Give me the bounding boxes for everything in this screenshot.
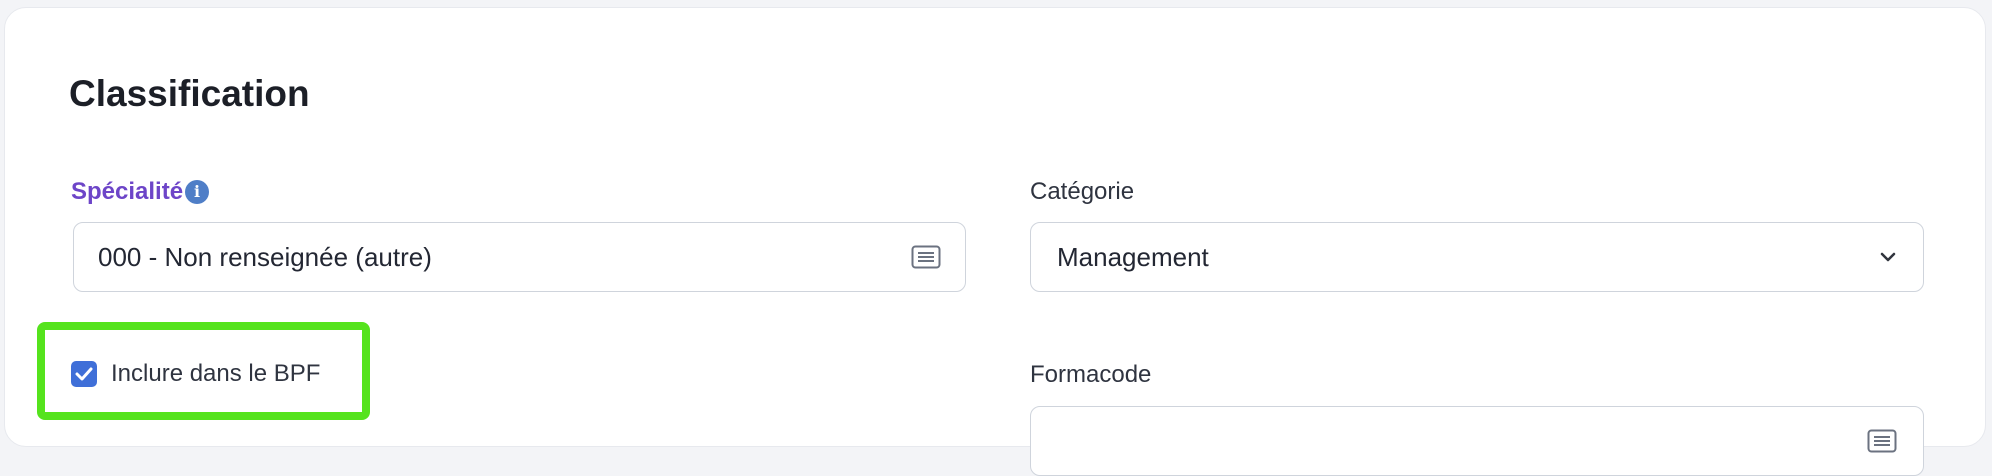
formacode-field[interactable]	[1030, 406, 1924, 476]
bpf-checkbox-label: Inclure dans le BPF	[111, 360, 321, 387]
specialite-label: Spécialité i	[71, 176, 210, 208]
bpf-checkbox[interactable]	[71, 361, 97, 387]
formacode-label: Formacode	[1030, 361, 1152, 388]
chevron-down-icon[interactable]	[1879, 251, 1897, 263]
categorie-value: Management	[1057, 241, 1209, 272]
info-icon[interactable]: i	[185, 180, 210, 204]
section-title: Classification	[69, 73, 310, 114]
classification-card: Classification Spécialité i 000 - Non re…	[4, 7, 1986, 476]
formacode-list-icon[interactable]	[1867, 429, 1897, 453]
categorie-select[interactable]: Management	[1030, 222, 1924, 292]
specialite-field[interactable]: 000 - Non renseignée (autre)	[73, 222, 966, 292]
list-icon[interactable]	[911, 245, 941, 269]
categorie-label: Catégorie	[1030, 178, 1135, 205]
bpf-checkbox-row[interactable]: Inclure dans le BPF	[71, 360, 320, 388]
specialite-value: 000 - Non renseignée (autre)	[98, 241, 432, 272]
specialite-label-text: Spécialité	[71, 178, 184, 205]
